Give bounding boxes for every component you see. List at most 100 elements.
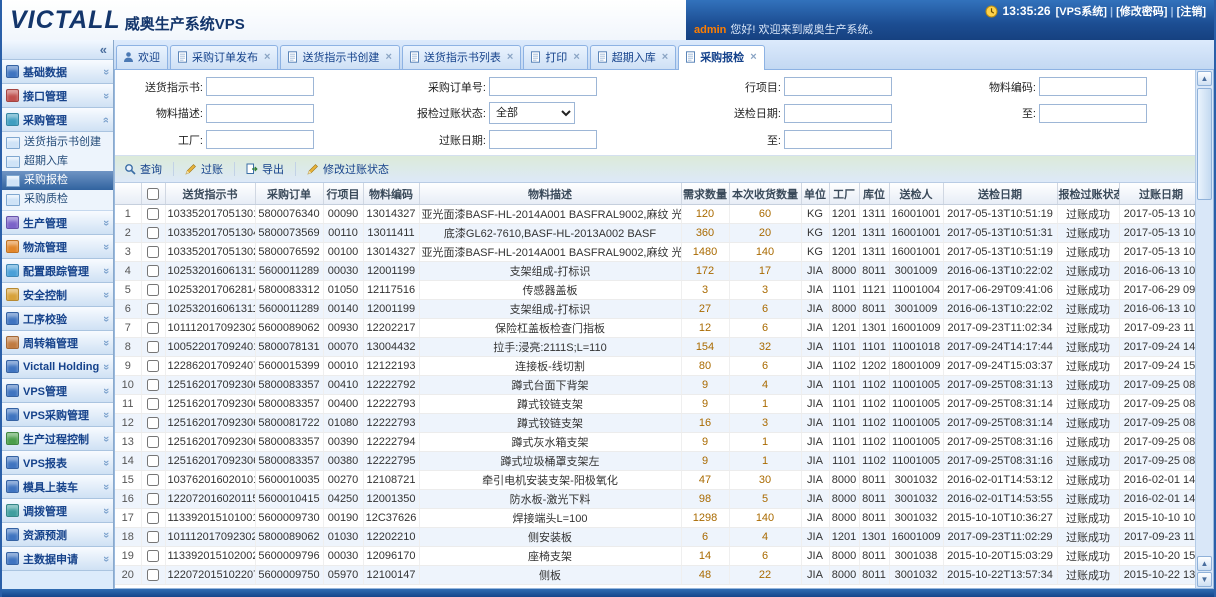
header-link-1[interactable]: [VPS系统]	[1056, 6, 1107, 18]
table-row[interactable]: 1510376201602010156000100350027012108721…	[115, 471, 1195, 490]
scroll-up-icon[interactable]: ▲	[1197, 556, 1212, 571]
query-button[interactable]: 查询	[121, 159, 165, 179]
tab-1[interactable]: 欢迎	[116, 45, 168, 69]
plant-input[interactable]	[206, 130, 314, 149]
select-all-checkbox[interactable]	[147, 188, 159, 200]
column-header-4[interactable]: 物料编码	[363, 183, 419, 205]
tab-7[interactable]: 采购报检×	[678, 45, 764, 70]
table-row[interactable]: 912286201709240756000153990001012122193连…	[115, 357, 1195, 376]
column-header-2[interactable]: 采购订单	[255, 183, 323, 205]
row-checkbox[interactable]	[147, 360, 159, 372]
scroll-up-icon[interactable]: ▲	[1197, 71, 1212, 86]
sidebar-group-2[interactable]: 接口管理»	[2, 84, 113, 108]
scroll-down-icon[interactable]: ▼	[1197, 572, 1212, 587]
sidebar-group-12[interactable]: VPS采购管理»	[2, 403, 113, 427]
tab-close-icon[interactable]: ×	[264, 51, 270, 63]
vertical-scrollbar[interactable]: ▲ ▲ ▼	[1195, 70, 1213, 588]
table-row[interactable]: 210335201705130458000735690011013011411底…	[115, 224, 1195, 243]
column-header-13[interactable]: 报检过账状态	[1057, 183, 1119, 205]
table-row[interactable]: 1711339201510100156000097300019012C37626…	[115, 509, 1195, 528]
table-row[interactable]: 1810111201709230258000890620103012202210…	[115, 528, 1195, 547]
row-checkbox[interactable]	[147, 417, 159, 429]
column-header-3[interactable]: 行项目	[323, 183, 363, 205]
row-checkbox[interactable]	[147, 379, 159, 391]
sidebar-subitem-4[interactable]: 采购质检	[2, 190, 113, 209]
post-button[interactable]: 过账	[182, 159, 226, 179]
export-button[interactable]: 导出	[243, 159, 287, 179]
tab-close-icon[interactable]: ×	[750, 51, 756, 63]
row-checkbox[interactable]	[147, 531, 159, 543]
row-checkbox[interactable]	[147, 398, 159, 410]
row-checkbox[interactable]	[147, 322, 159, 334]
row-checkbox[interactable]	[147, 303, 159, 315]
row-checkbox[interactable]	[147, 208, 159, 220]
inspection-date-to-input[interactable]	[1039, 104, 1147, 123]
sidebar-group-7[interactable]: 安全控制»	[2, 283, 113, 307]
column-header-9[interactable]: 工厂	[829, 183, 859, 205]
posting-date-from-input[interactable]	[489, 130, 597, 149]
sidebar-group-15[interactable]: 模具上装车»	[2, 475, 113, 499]
row-checkbox[interactable]	[147, 512, 159, 524]
material-desc-input[interactable]	[206, 104, 314, 123]
scrollbar-thumb[interactable]	[1197, 88, 1212, 200]
sidebar-group-3[interactable]: 采购管理»	[2, 108, 113, 132]
tab-3[interactable]: 送货指示书创建×	[280, 45, 399, 69]
table-row[interactable]: 510253201706281458000833120105012117516传…	[115, 281, 1195, 300]
sidebar-group-16[interactable]: 调拨管理»	[2, 499, 113, 523]
table-row[interactable]: 610253201606131156000112890014012001199支…	[115, 300, 1195, 319]
sidebar-subitem-3[interactable]: 采购报检	[2, 171, 113, 190]
tab-4[interactable]: 送货指示书列表×	[402, 45, 521, 69]
tab-close-icon[interactable]: ×	[573, 51, 579, 63]
row-checkbox[interactable]	[147, 569, 159, 581]
table-row[interactable]: 1612207201602011556000104150425012001350…	[115, 490, 1195, 509]
sidebar-group-13[interactable]: 生产过程控制»	[2, 427, 113, 451]
row-checkbox[interactable]	[147, 341, 159, 353]
sidebar-group-18[interactable]: 主数据申请»	[2, 547, 113, 571]
tab-5[interactable]: 打印×	[523, 45, 587, 69]
row-checkbox[interactable]	[147, 227, 159, 239]
tab-2[interactable]: 采购订单发布×	[170, 45, 278, 69]
row-checkbox[interactable]	[147, 284, 159, 296]
sidebar-subitem-1[interactable]: 送货指示书创建	[2, 133, 113, 152]
table-row[interactable]: 1112516201709230658000833570040012222793…	[115, 395, 1195, 414]
column-header-5[interactable]: 物料描述	[419, 183, 681, 205]
sidebar-group-4[interactable]: 生产管理»	[2, 211, 113, 235]
table-row[interactable]: 1911339201510200256000097960003012096170…	[115, 547, 1195, 566]
sidebar-group-1[interactable]: 基础数据»	[2, 60, 113, 84]
row-checkbox[interactable]	[147, 474, 159, 486]
sidebar-collapse-button[interactable]: «	[100, 42, 107, 57]
material-code-input[interactable]	[1039, 77, 1147, 96]
table-row[interactable]: 1412516201709230658000833570038012222795…	[115, 452, 1195, 471]
sidebar-group-6[interactable]: 配置跟踪管理»	[2, 259, 113, 283]
inspection-date-from-input[interactable]	[784, 104, 892, 123]
table-row[interactable]: 710111201709230256000890620093012202217保…	[115, 319, 1195, 338]
header-link-2[interactable]: [修改密码]	[1116, 6, 1167, 18]
column-header-1[interactable]: 送货指示书	[165, 183, 255, 205]
table-row[interactable]: 110335201705130158000763400009013014327亚…	[115, 205, 1195, 224]
column-header-11[interactable]: 送检人	[889, 183, 943, 205]
row-checkbox[interactable]	[147, 455, 159, 467]
modify-posting-status-button[interactable]: 修改过账状态	[304, 159, 392, 179]
row-checkbox[interactable]	[147, 550, 159, 562]
posting-status-select[interactable]: 全部	[489, 102, 575, 124]
tab-close-icon[interactable]: ×	[385, 51, 391, 63]
header-link-3[interactable]: [注销]	[1177, 6, 1206, 18]
sidebar-group-5[interactable]: 物流管理»	[2, 235, 113, 259]
sidebar-group-17[interactable]: 资源预测»	[2, 523, 113, 547]
table-row[interactable]: 2012207201510220756000097500597012100147…	[115, 566, 1195, 585]
sidebar-group-10[interactable]: Victall Holding»	[2, 355, 113, 379]
column-header-12[interactable]: 送检日期	[943, 183, 1057, 205]
table-row[interactable]: 810052201709240158000781310007013004432拉…	[115, 338, 1195, 357]
sidebar-group-11[interactable]: VPS管理»	[2, 379, 113, 403]
column-header-10[interactable]: 库位	[859, 183, 889, 205]
tab-close-icon[interactable]: ×	[507, 51, 513, 63]
delivery-note-input[interactable]	[206, 77, 314, 96]
row-checkbox[interactable]	[147, 493, 159, 505]
column-header-6[interactable]: 需求数量	[681, 183, 729, 205]
table-row[interactable]: 1212516201709230658000817220108012222793…	[115, 414, 1195, 433]
line-item-input[interactable]	[784, 77, 892, 96]
table-row[interactable]: 410253201606131156000112890003012001199支…	[115, 262, 1195, 281]
column-header-8[interactable]: 单位	[801, 183, 829, 205]
posting-date-to-input[interactable]	[784, 130, 892, 149]
tab-close-icon[interactable]: ×	[662, 51, 668, 63]
